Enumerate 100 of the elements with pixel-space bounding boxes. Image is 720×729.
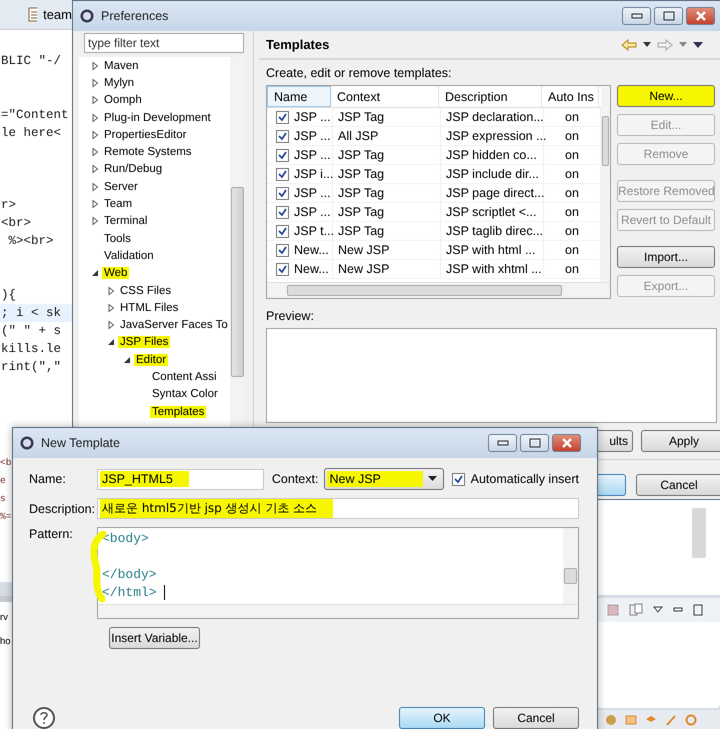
table-cell: JSP expression ...	[446, 129, 547, 143]
description-field[interactable]: 새로운 html5기반 jsp 생성시 기초 소스	[97, 498, 579, 519]
code-text: BLIC "-/ ="Content le here< r> <br> %><br> ){ ; i < sk (" " + s kills.le rint(","	[0, 53, 70, 376]
table-cell: JSP page direct...	[446, 186, 544, 200]
page-title: Templates	[266, 37, 330, 52]
maximize-button[interactable]	[520, 434, 549, 452]
scrollbar[interactable]	[267, 282, 610, 298]
table-cell: JSP with html ...	[446, 243, 536, 257]
tree-item[interactable]: JSP Files	[118, 336, 170, 348]
table-cell: New...	[294, 243, 329, 257]
tree-item[interactable]: Syntax Color	[150, 388, 220, 400]
checkbox[interactable]	[276, 130, 289, 142]
tree-item[interactable]: Web	[102, 267, 130, 280]
tree-item[interactable]: Terminal	[102, 215, 150, 228]
tree-item[interactable]: Maven	[102, 60, 141, 72]
column-header[interactable]: Name	[267, 86, 331, 107]
scrollbar[interactable]	[98, 604, 578, 618]
insert-variable-button[interactable]: Insert Variable...	[109, 627, 200, 649]
tree-item[interactable]: Mylyn	[102, 76, 136, 89]
table-cell: New...	[294, 262, 329, 276]
table-cell: JSP declaration...	[446, 110, 544, 124]
view-menu-icon[interactable]	[653, 606, 663, 614]
cancel-button[interactable]: Cancel	[636, 474, 720, 496]
question-mark-icon	[39, 711, 49, 725]
column-header[interactable]: Auto Ins	[542, 86, 599, 107]
checkbox[interactable]	[276, 244, 289, 256]
scrollbar[interactable]	[563, 528, 578, 604]
table-cell: JSP with xhtml ...	[446, 262, 542, 276]
side-button[interactable]: New...	[617, 85, 715, 107]
minimize-button[interactable]	[622, 7, 651, 25]
table-cell: New JSP	[338, 262, 390, 276]
help-button[interactable]	[33, 707, 55, 729]
table-cell: JSP ...	[294, 129, 331, 143]
dropdown-icon[interactable]	[643, 42, 651, 47]
checkbox[interactable]	[276, 262, 289, 276]
tree-item[interactable]: Server	[102, 180, 140, 193]
minimize-button[interactable]	[488, 434, 517, 452]
tree-item[interactable]: Templates	[150, 406, 206, 418]
filter-field[interactable]: type filter text	[84, 33, 244, 53]
maximize-icon[interactable]	[693, 604, 703, 616]
dropdown-arrow-icon	[428, 476, 438, 482]
dialog-button[interactable]: Cancel	[493, 707, 579, 729]
context-dropdown[interactable]: New JSP	[324, 468, 444, 490]
maximize-button[interactable]	[654, 7, 683, 25]
tree-item[interactable]: HTML Files	[118, 302, 180, 314]
tree-item[interactable]: Validation	[102, 250, 156, 262]
tree-item[interactable]: Run/Debug	[102, 163, 164, 176]
checkbox[interactable]	[276, 224, 289, 238]
table-cell: JSP include dir...	[446, 167, 539, 181]
tree-item[interactable]: CSS Files	[118, 284, 174, 296]
column-header[interactable]: Description	[439, 86, 542, 107]
tree-item[interactable]: Editor	[134, 354, 168, 366]
view-menu-icon[interactable]	[693, 42, 703, 48]
checkbox[interactable]	[276, 110, 289, 124]
tree-item[interactable]: Content Assi	[150, 370, 219, 383]
close-icon	[694, 11, 706, 21]
table-cell: on	[565, 262, 579, 276]
tree-item[interactable]: Oomph	[102, 94, 144, 106]
checkbox[interactable]	[452, 472, 465, 486]
maximize-icon	[528, 438, 540, 448]
table-cell: on	[565, 148, 579, 162]
close-button[interactable]	[686, 7, 715, 25]
column-header[interactable]: Context	[331, 86, 439, 107]
table-cell: JSP t...	[294, 224, 334, 238]
checkbox[interactable]	[276, 206, 289, 218]
tree-item[interactable]: Tools	[102, 232, 133, 245]
tree-item[interactable]: JavaServer Faces To	[118, 319, 230, 332]
copy-icon[interactable]	[629, 603, 643, 617]
table-cell: on	[565, 129, 579, 143]
close-button[interactable]	[552, 434, 581, 452]
checkbox[interactable]	[276, 168, 289, 180]
tree-item[interactable]: Remote Systems	[102, 146, 194, 158]
tree-item[interactable]: Plug-in Development	[102, 112, 213, 124]
table-cell: on	[565, 243, 579, 257]
table-cell: on	[565, 167, 579, 181]
table-cell: on	[565, 110, 579, 124]
scrollbar[interactable]	[601, 86, 610, 282]
dialog-button[interactable]: OK	[399, 707, 485, 729]
table-cell: JSP ...	[294, 205, 331, 219]
table-cell: JSP Tag	[338, 186, 384, 200]
preview-label: Preview:	[266, 309, 315, 323]
minimize-icon[interactable]	[673, 607, 683, 613]
pattern-field[interactable]: <body> </body> </html>	[97, 527, 579, 619]
tree-item[interactable]: Team	[102, 198, 134, 210]
table-cell: JSP scriptlet <...	[446, 205, 536, 219]
file-icon	[28, 7, 38, 22]
minimize-icon	[496, 440, 508, 446]
checkbox[interactable]	[276, 148, 289, 162]
name-field[interactable]: JSP_HTML5	[97, 468, 264, 490]
scrollbar[interactable]	[692, 508, 706, 558]
table-cell: All JSP	[338, 129, 378, 143]
preferences-icon	[79, 8, 95, 24]
checkbox[interactable]	[276, 186, 289, 200]
tree-item[interactable]: PropertiesEditor	[102, 128, 188, 141]
back-arrow-icon[interactable]	[621, 38, 637, 50]
apply-button[interactable]: Apply	[641, 430, 720, 452]
table-cell: JSP Tag	[338, 110, 384, 124]
table-cell: JSP ...	[294, 110, 331, 124]
side-button[interactable]: Import...	[617, 246, 715, 268]
dialog-icon	[19, 435, 35, 451]
